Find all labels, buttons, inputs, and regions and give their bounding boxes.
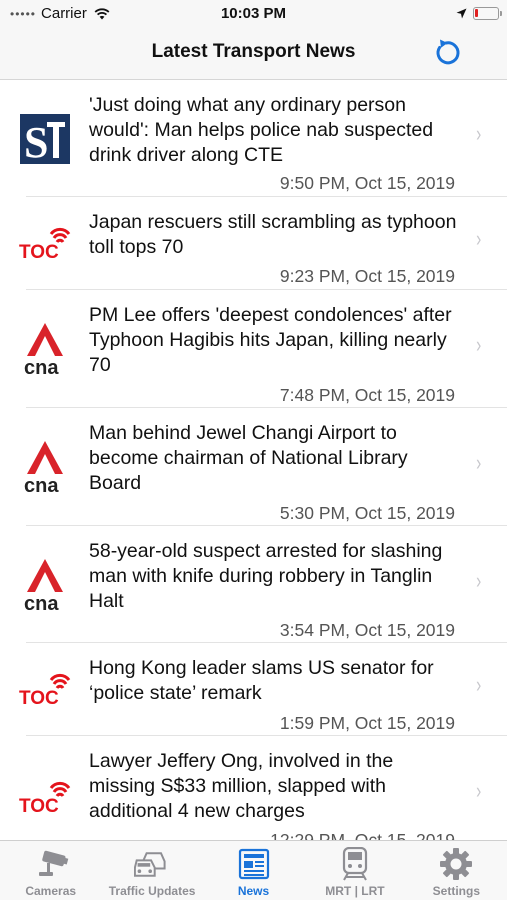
gear-icon — [438, 847, 474, 881]
svg-text:cna: cna — [24, 357, 59, 376]
cna-logo-icon: cna — [18, 558, 72, 612]
news-headline: 58-year-old suspect arrested for slashin… — [89, 540, 443, 612]
navigation-bar: Latest Transport News — [0, 28, 507, 80]
chevron-right-icon: › — [475, 568, 481, 593]
news-row[interactable]: cna 58-year-old suspect arrested for sla… — [0, 526, 507, 643]
chevron-right-icon: › — [475, 332, 481, 357]
status-right — [456, 7, 502, 20]
news-list: S 'Just doing what any ordinary person w… — [0, 80, 507, 840]
tab-news[interactable]: News — [203, 841, 304, 900]
svg-text:TOC: TOC — [19, 688, 59, 708]
cna-logo-icon: cna — [18, 440, 72, 494]
news-row[interactable]: cna PM Lee offers 'deepest condolences' … — [0, 290, 507, 408]
news-headline: 'Just doing what any ordinary person wou… — [89, 94, 434, 166]
chevron-right-icon: › — [475, 121, 481, 146]
news-row[interactable]: TOC Hong Kong leader slams US senator fo… — [0, 643, 507, 736]
news-headline: Man behind Jewel Changi Airport to becom… — [89, 422, 408, 494]
news-row[interactable]: TOC Japan rescuers still scrambling as t… — [0, 197, 507, 290]
location-arrow-icon — [456, 8, 467, 19]
news-headline: Hong Kong leader slams US senator for ‘p… — [89, 657, 434, 704]
chevron-right-icon: › — [475, 226, 481, 251]
tab-label: Traffic Updates — [108, 884, 196, 898]
straits-times-logo-icon: S — [18, 112, 72, 166]
tab-label: Settings — [432, 884, 480, 898]
news-headline: Lawyer Jeffery Ong, involved in the miss… — [89, 750, 394, 822]
tab-label: Cameras — [25, 884, 77, 898]
toc-logo-icon: TOC — [18, 769, 72, 823]
news-timestamp: 9:23 PM, Oct 15, 2019 — [279, 266, 455, 286]
toc-logo-icon: TOC — [18, 661, 72, 715]
newspaper-icon — [236, 847, 272, 881]
tab-mrt-lrt[interactable]: MRT | LRT — [304, 841, 405, 900]
chevron-right-icon: › — [475, 450, 481, 475]
chevron-right-icon: › — [475, 778, 481, 803]
train-icon — [337, 847, 373, 881]
cna-logo-icon: cna — [18, 322, 72, 376]
news-timestamp: 9:50 PM, Oct 15, 2019 — [279, 173, 455, 193]
status-time: 10:03 PM — [220, 5, 287, 22]
tab-label: MRT | LRT — [325, 884, 385, 898]
tab-cameras[interactable]: Cameras — [0, 841, 101, 900]
svg-text:cna: cna — [24, 593, 59, 612]
news-timestamp: 5:30 PM, Oct 15, 2019 — [279, 503, 455, 523]
battery-icon — [473, 7, 502, 20]
news-headline: Japan rescuers still scrambling as typho… — [89, 211, 457, 258]
toc-logo-icon: TOC — [18, 215, 72, 269]
svg-text:cna: cna — [24, 475, 59, 494]
news-timestamp: 7:48 PM, Oct 15, 2019 — [279, 385, 455, 405]
svg-text:TOC: TOC — [19, 796, 59, 816]
chevron-right-icon: › — [475, 672, 481, 697]
news-row[interactable]: cna Man behind Jewel Changi Airport to b… — [0, 408, 507, 526]
tab-traffic-updates[interactable]: Traffic Updates — [101, 841, 202, 900]
news-row[interactable]: S 'Just doing what any ordinary person w… — [0, 80, 507, 197]
svg-text:TOC: TOC — [19, 242, 59, 262]
refresh-icon[interactable] — [431, 38, 461, 68]
camera-icon — [33, 847, 69, 881]
news-timestamp: 1:59 PM, Oct 15, 2019 — [279, 713, 455, 733]
cars-icon — [134, 847, 170, 881]
news-timestamp: 3:54 PM, Oct 15, 2019 — [279, 620, 455, 640]
tab-bar: Cameras Traffic Updates News MRT | LRT S… — [0, 840, 507, 900]
tab-settings[interactable]: Settings — [406, 841, 507, 900]
news-timestamp: 12:29 PM, Oct 15, 2019 — [270, 830, 455, 840]
svg-text:S: S — [24, 118, 48, 164]
news-row[interactable]: TOC Lawyer Jeffery Ong, involved in the … — [0, 736, 507, 840]
status-bar: ••••• Carrier 10:03 PM — [0, 0, 507, 28]
tab-label: News — [237, 884, 270, 898]
news-headline: PM Lee offers 'deepest condolences' afte… — [89, 304, 452, 376]
